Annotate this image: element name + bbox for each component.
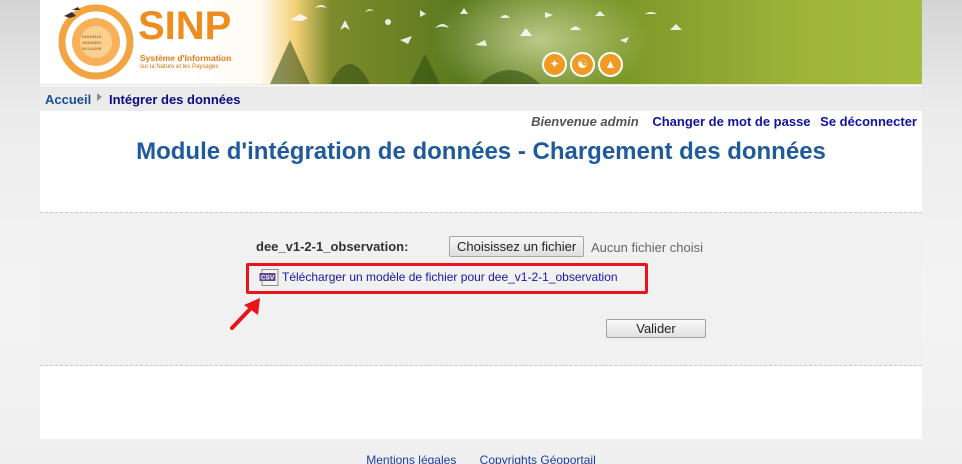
download-template-link[interactable]: Télécharger un modèle de fichier pour de…	[282, 270, 618, 284]
mountain-icon: ▲	[598, 52, 623, 77]
choose-file-button[interactable]: Choisissez un fichier	[449, 236, 585, 257]
copyrights-link[interactable]: Copyrights Géoportail	[480, 453, 596, 464]
bird-icon: ✦	[542, 52, 567, 77]
red-arrow-annotation-icon	[230, 298, 260, 330]
svg-text:01110100: 01110100	[82, 48, 102, 52]
template-link-highlight: CSV Télécharger un modèle de fichier pou…	[246, 263, 648, 294]
landscape-icon: ☯	[570, 52, 595, 77]
upload-form: dee_v1-2-1_observation: Choisissez un fi…	[40, 212, 922, 366]
csv-file-icon[interactable]: CSV	[259, 269, 280, 286]
svg-text:10101001: 10101001	[82, 42, 102, 46]
logo-subtitle-line1: Système d'Information	[140, 53, 232, 63]
csv-icon-text: CSV	[261, 275, 275, 282]
page-title: Module d'intégration de données - Charge…	[136, 138, 826, 165]
logo-subtitle-line2: sur la Nature et les Paysages	[140, 64, 219, 70]
sinp-logo-emblem: 01010110 10101001 01110100	[58, 4, 134, 80]
main-panel: Bienvenue admin Changer de mot de passe …	[40, 111, 922, 439]
change-password-link[interactable]: Changer de mot de passe	[652, 114, 810, 129]
legal-notice-link[interactable]: Mentions légales	[366, 453, 456, 464]
logout-link[interactable]: Se déconnecter	[820, 114, 917, 129]
breadcrumb-separator-icon	[97, 93, 102, 101]
breadcrumb-home-link[interactable]: Accueil	[45, 92, 91, 107]
header-banner: 01010110 10101001 01110100 SINP Système …	[40, 0, 922, 84]
user-bar: Bienvenue admin Changer de mot de passe …	[531, 114, 917, 129]
svg-text:01010110: 01010110	[82, 36, 102, 40]
breadcrumb: Accueil Intégrer des données	[40, 85, 922, 111]
footer: Mentions légales Copyrights Géoportail	[0, 453, 962, 464]
submit-button[interactable]: Valider	[606, 319, 706, 338]
nature-silhouettes-illustration	[270, 5, 682, 84]
breadcrumb-current: Intégrer des données	[109, 92, 241, 107]
welcome-text: Bienvenue admin	[531, 114, 639, 129]
file-field-label: dee_v1-2-1_observation:	[256, 239, 409, 254]
file-status-text: Aucun fichier choisi	[591, 240, 703, 255]
sinp-logo-text: SINP	[138, 4, 232, 48]
